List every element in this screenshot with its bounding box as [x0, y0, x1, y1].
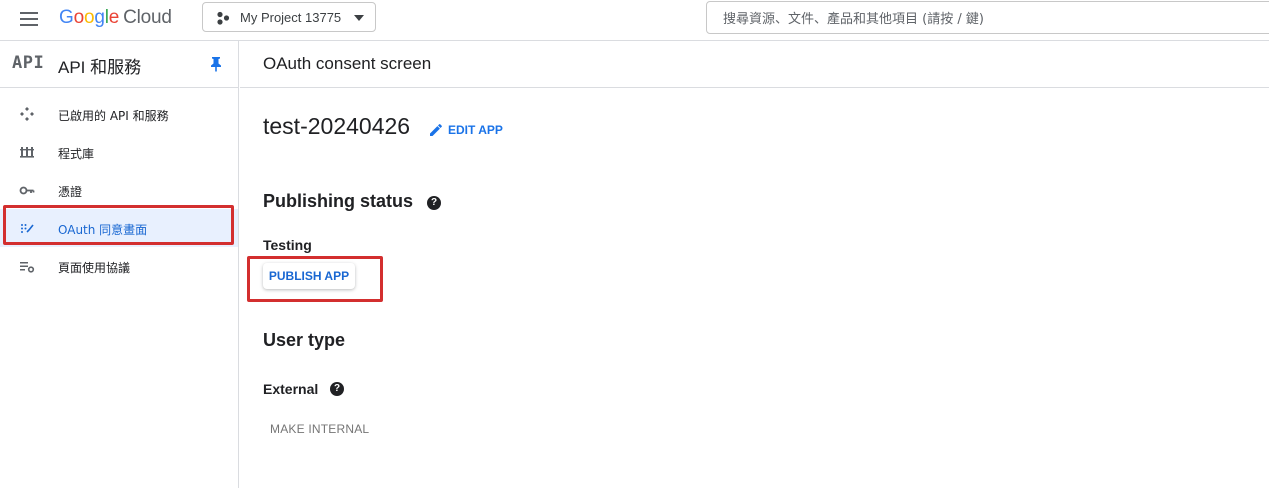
sidebar-item-label: 已啟用的 API 和服務: [58, 109, 169, 123]
page-header: OAuth consent screen: [240, 41, 1269, 88]
api-diamond-icon: [20, 107, 34, 121]
main-content: OAuth consent screen test-20240426 EDIT …: [240, 41, 1269, 488]
page-title: OAuth consent screen: [263, 54, 432, 73]
sidebar-item-credentials[interactable]: 憑證: [0, 171, 238, 209]
search-box[interactable]: [706, 1, 1269, 34]
pencil-icon: [430, 124, 442, 136]
chevron-down-icon: [354, 15, 364, 21]
top-bar: Google Cloud My Project 13775: [0, 0, 1269, 41]
pin-icon[interactable]: [210, 56, 222, 72]
publishing-status-value: Testing: [263, 237, 312, 253]
project-nodes-icon: [217, 11, 230, 25]
sidebar-item-page-usage[interactable]: 頁面使用協議: [0, 247, 238, 285]
user-type-value: External: [263, 381, 319, 397]
sidebar-item-label: 憑證: [58, 185, 83, 199]
publish-app-button[interactable]: PUBLISH APP: [263, 263, 355, 289]
library-icon: [20, 147, 34, 158]
sidebar-item-label: 程式庫: [58, 147, 95, 161]
sidebar-title: API 和服務: [58, 58, 142, 77]
app-name: test-20240426: [263, 113, 411, 139]
sidebar-item-label: 頁面使用協議: [58, 261, 131, 275]
sidebar-item-oauth-consent[interactable]: OAuth 同意畫面: [0, 209, 238, 247]
edit-app-label: EDIT APP: [448, 123, 503, 137]
project-name: My Project 13775: [240, 10, 342, 25]
oauth-consent-icon: [21, 224, 34, 233]
sidebar: API API 和服務 已啟用的 API 和服務 程式庫 憑證 OAuth 同意…: [0, 41, 239, 488]
sidebar-item-label: OAuth 同意畫面: [58, 223, 148, 237]
api-badge-icon: API: [12, 53, 45, 73]
search-input[interactable]: [721, 8, 1265, 30]
sidebar-item-enabled-apis[interactable]: 已啟用的 API 和服務: [0, 95, 238, 133]
make-internal-button[interactable]: MAKE INTERNAL: [263, 419, 369, 439]
help-icon[interactable]: ?: [427, 196, 441, 210]
help-icon[interactable]: ?: [330, 382, 344, 396]
publishing-status-title: Publishing status: [263, 191, 414, 211]
project-picker-button[interactable]: My Project 13775: [202, 2, 376, 32]
hamburger-menu-icon[interactable]: [20, 12, 38, 26]
key-icon: [19, 186, 35, 195]
sidebar-nav: 已啟用的 API 和服務 程式庫 憑證 OAuth 同意畫面 頁面使用協議: [0, 95, 238, 285]
user-type-title: User type: [263, 330, 346, 350]
sidebar-header: API API 和服務: [0, 41, 239, 88]
sidebar-item-library[interactable]: 程式庫: [0, 133, 238, 171]
page-usage-settings-icon: [20, 262, 35, 273]
google-cloud-logo[interactable]: Google Cloud: [59, 7, 172, 29]
